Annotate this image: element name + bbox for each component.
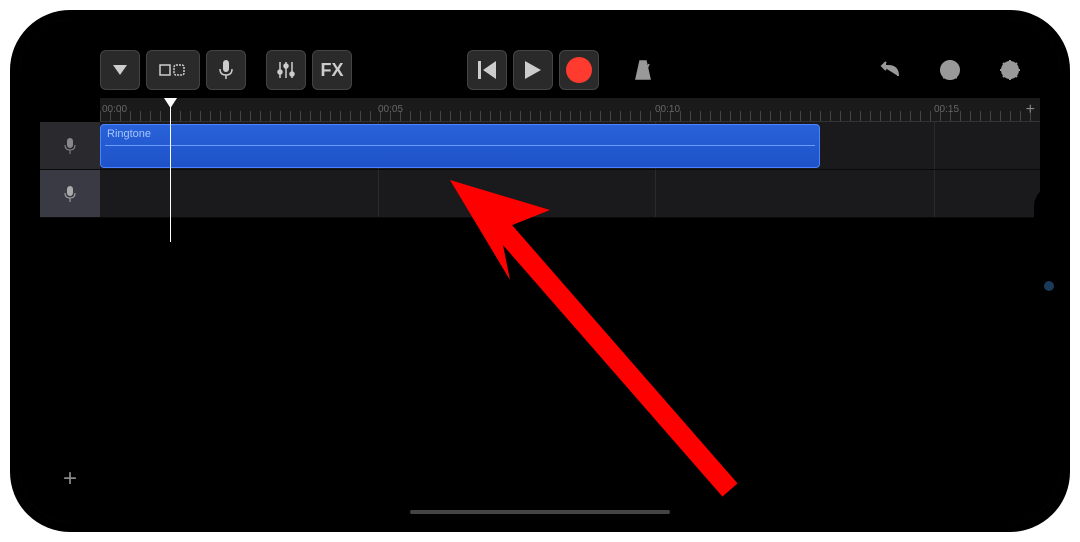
ruler-mark: 00:00	[102, 104, 127, 115]
notch	[1034, 186, 1062, 356]
play-button[interactable]	[513, 50, 553, 90]
ruler-mark: 00:15	[934, 104, 959, 115]
mixer-button[interactable]	[266, 50, 306, 90]
fx-button[interactable]: FX	[312, 50, 352, 90]
ruler-mark: 00:10	[655, 104, 680, 115]
mic-button[interactable]	[206, 50, 246, 90]
metronome-button[interactable]	[623, 50, 663, 90]
mic-icon	[63, 183, 77, 205]
camera-icon	[1044, 281, 1054, 291]
record-button[interactable]	[559, 50, 599, 90]
ruler-mark: 00:05	[378, 104, 403, 115]
track-lane[interactable]	[100, 170, 1040, 218]
toolbar: FX	[100, 45, 1030, 95]
go-to-start-button[interactable]	[467, 50, 507, 90]
bar-divider	[655, 170, 656, 217]
bar-divider	[934, 170, 935, 217]
audio-region[interactable]: Ringtone	[100, 124, 820, 168]
region-label: Ringtone	[107, 128, 151, 140]
bar-divider	[378, 170, 379, 217]
loop-button[interactable]	[930, 50, 970, 90]
view-menu-button[interactable]	[100, 50, 140, 90]
ruler-ticks	[100, 111, 1040, 121]
undo-button[interactable]	[870, 50, 910, 90]
add-section-button[interactable]: +	[1026, 101, 1035, 119]
track-lane[interactable]: Ringtone	[100, 122, 1040, 170]
screen: FX	[20, 20, 1060, 522]
timeline-ruler[interactable]: 00:00 00:05 00:10 00:15 +	[100, 98, 1040, 122]
iphone-frame: FX	[10, 10, 1070, 532]
settings-button[interactable]	[990, 50, 1030, 90]
track-headers	[40, 122, 100, 218]
add-track-button[interactable]: +	[55, 464, 85, 494]
browser-button[interactable]	[146, 50, 200, 90]
annotation-arrow	[440, 170, 760, 510]
bar-divider	[934, 122, 935, 169]
track-header[interactable]	[40, 122, 100, 170]
home-indicator[interactable]	[410, 510, 670, 514]
track-header[interactable]	[40, 170, 100, 218]
fx-label: FX	[320, 60, 343, 81]
mic-icon	[63, 135, 77, 157]
playhead[interactable]	[170, 98, 171, 242]
record-icon	[566, 57, 592, 83]
